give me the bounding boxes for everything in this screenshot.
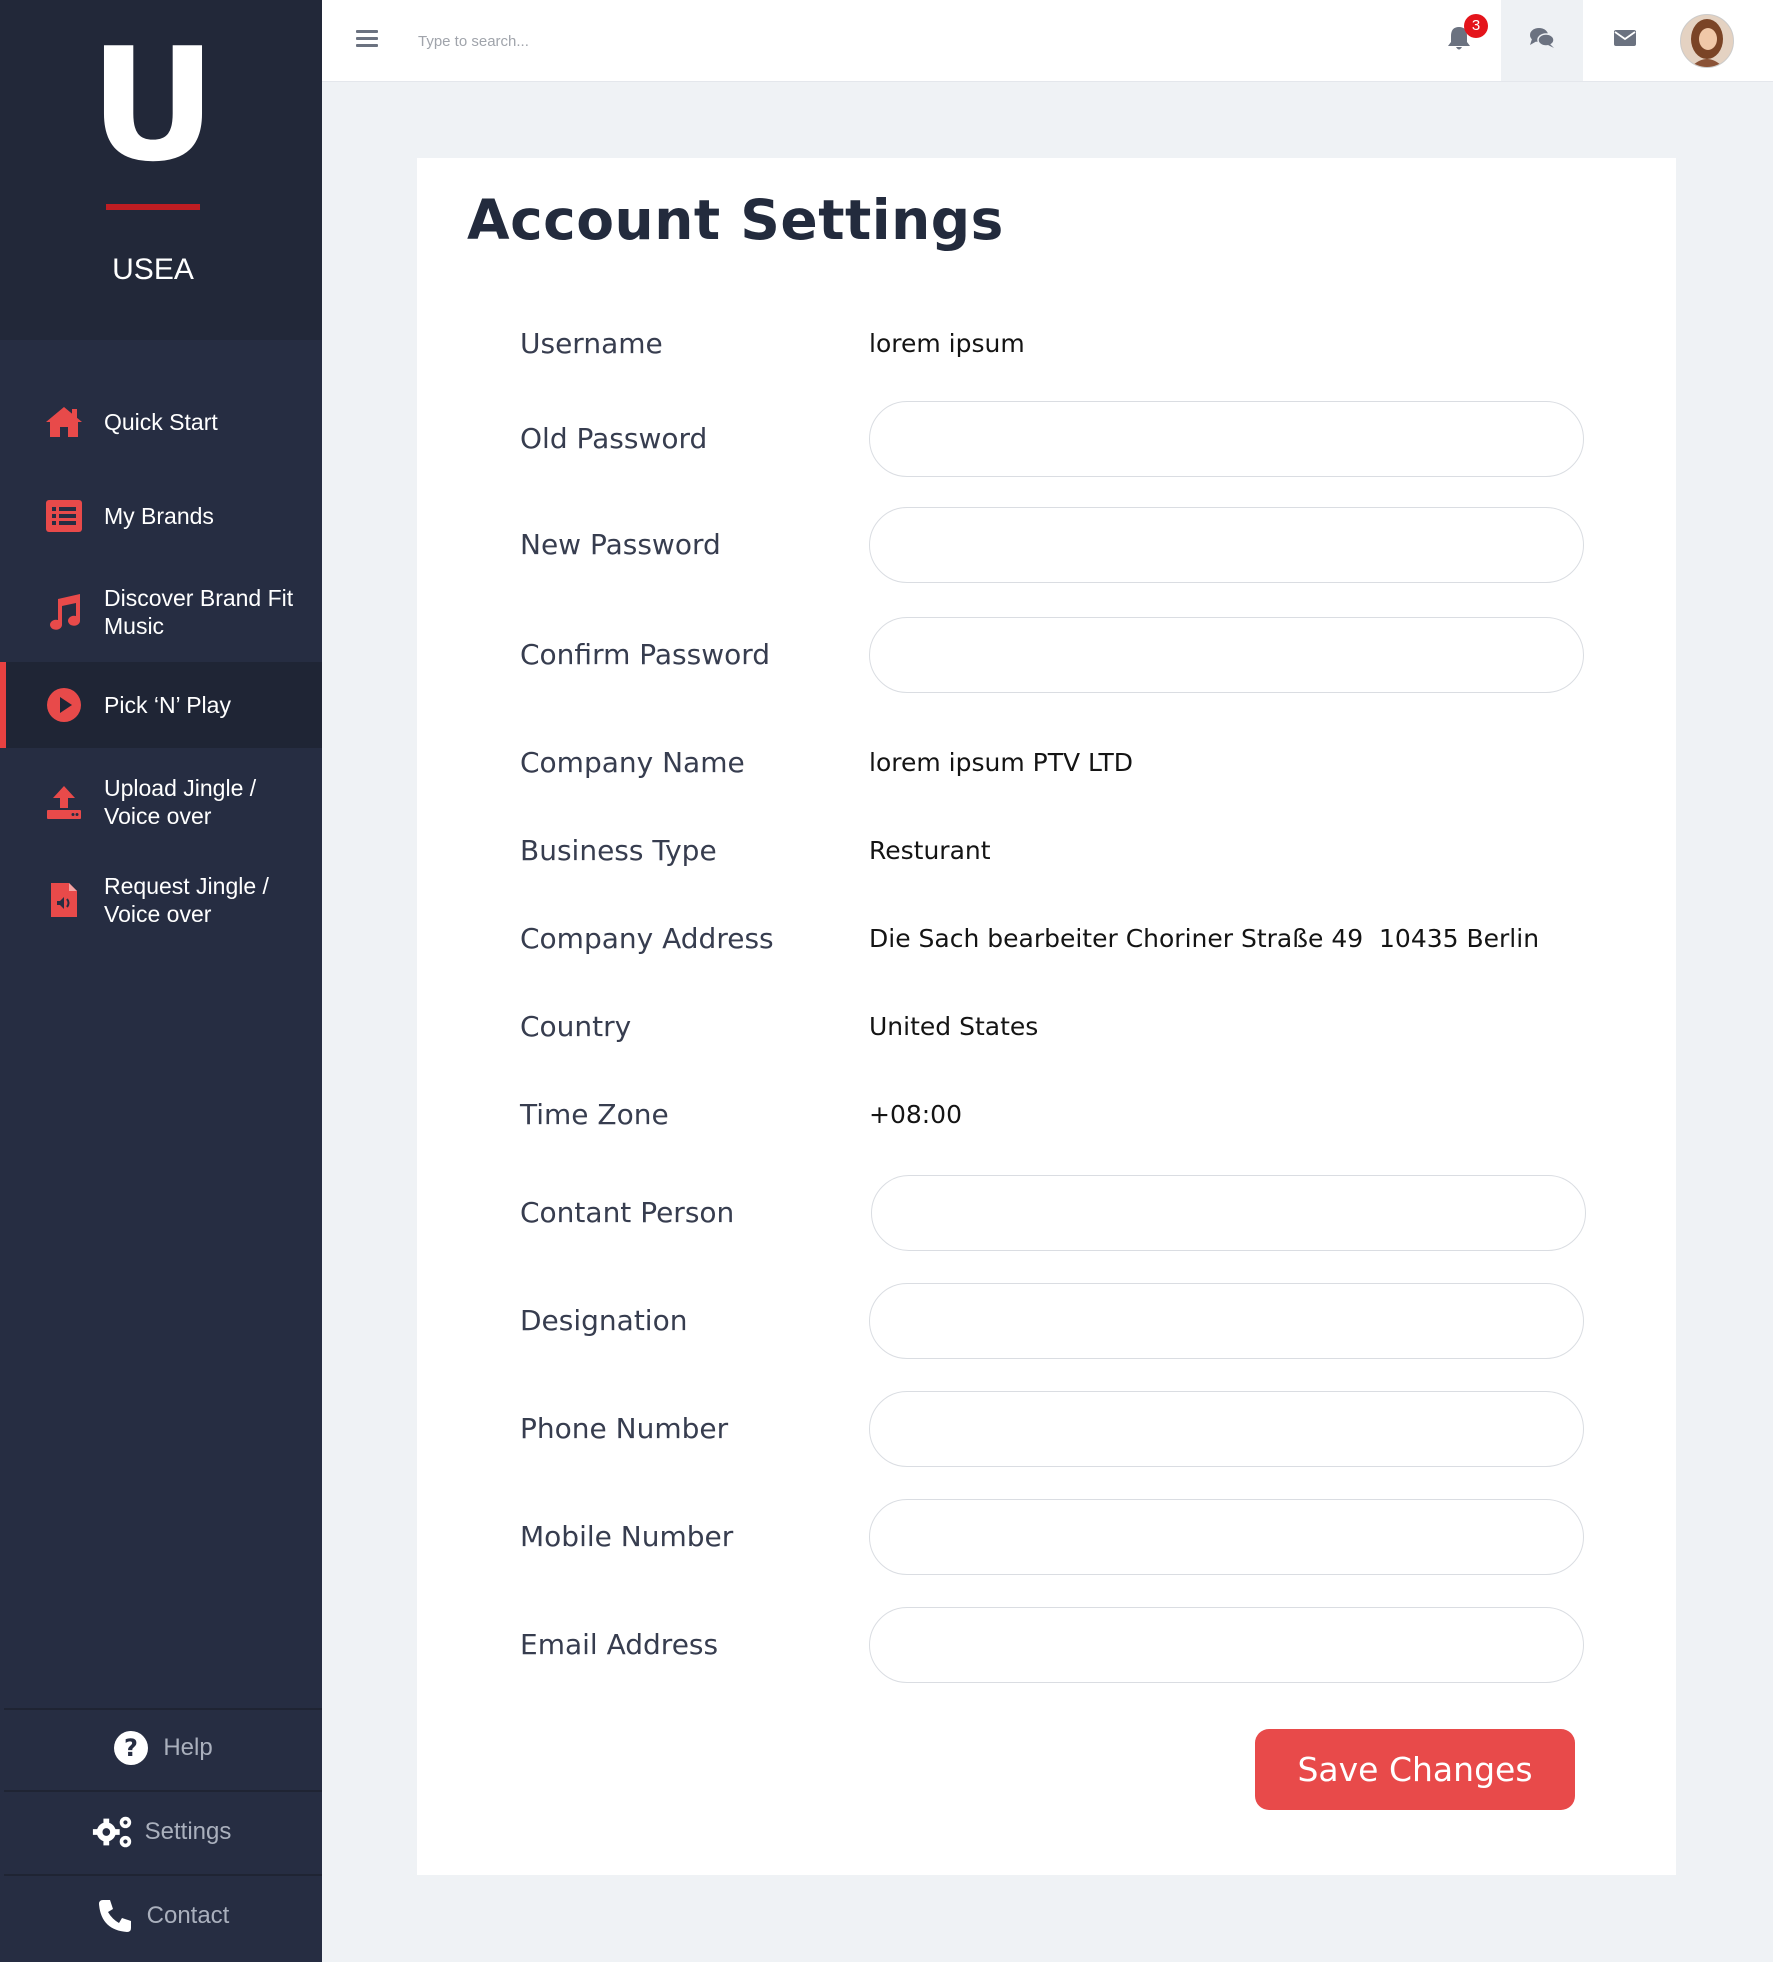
sidebar-item-my-brands[interactable]: My Brands [0,490,322,542]
email-address-label: Email Address [520,1628,719,1661]
phone-number-label: Phone Number [520,1412,729,1445]
country-label: Country [520,1010,632,1043]
brand-logo: U [89,14,217,196]
envelope-icon [1614,30,1636,51]
svg-text:?: ? [124,1734,138,1762]
business-type-label: Business Type [520,834,717,867]
settings-label: Settings [144,1818,232,1845]
page-title: Account Settings [467,188,1004,252]
upload-icon [44,782,84,822]
designation-label: Designation [520,1304,688,1337]
company-address-label: Company Address [520,922,774,955]
audio-file-icon [44,880,84,920]
contact-person-label: Contant Person [520,1196,735,1229]
company-name-value: lorem ipsum PTV LTD [869,748,1134,777]
sidebar-contact-link[interactable]: Contact [0,1876,322,1956]
chat-button[interactable] [1501,0,1583,81]
company-address-value: Die Sach bearbeiter Choriner Straße 49 1… [869,924,1540,953]
help-label: Help [163,1734,213,1761]
question-circle-icon: ? [109,1726,153,1770]
user-avatar[interactable] [1680,14,1734,68]
confirm-password-label: Confirm Password [520,638,771,671]
list-icon [44,496,84,536]
company-name-row: Company Name lorem ipsum PTV LTD [417,723,1676,803]
mobile-number-field[interactable] [869,1499,1584,1575]
confirm-password-field[interactable] [869,617,1584,693]
brand-block: U USEA [0,0,322,340]
brand-name: USEA [112,253,194,286]
top-bar: 3 [322,0,1773,82]
mobile-number-row: Mobile Number [417,1497,1676,1577]
sidebar-item-label: Quick Start [104,409,218,435]
sidebar-item-label: Upload Jingle / Voice over [104,775,257,829]
old-password-label: Old Password [520,422,708,455]
contact-person-row: Contant Person [417,1173,1676,1253]
time-zone-label: Time Zone [520,1098,669,1131]
business-type-value: Resturant [869,836,991,865]
save-changes-button[interactable]: Save Changes [1255,1729,1575,1810]
designation-row: Designation [417,1281,1676,1361]
email-address-field[interactable] [869,1607,1584,1683]
sidebar-item-label: My Brands [104,503,214,529]
new-password-label: New Password [520,528,721,561]
sidebar-item-label: Discover Brand Fit Music [104,585,294,639]
new-password-row: New Password [417,505,1676,585]
messages-button[interactable] [1584,0,1666,81]
confirm-password-row: Confirm Password [417,615,1676,695]
contact-person-field[interactable] [871,1175,1586,1251]
brand-underline [106,204,200,210]
time-zone-value: +08:00 [869,1100,962,1129]
company-name-label: Company Name [520,746,745,779]
sidebar-settings-link[interactable]: Settings [0,1792,322,1872]
phone-number-row: Phone Number [417,1389,1676,1469]
business-type-row: Business Type Resturant [417,811,1676,891]
notifications-button[interactable]: 3 [1418,0,1500,81]
sidebar: U USEA Quick Start My Brands Discover Br… [0,0,322,1962]
home-icon [44,402,84,442]
menu-toggle-icon[interactable] [356,30,378,48]
username-value: lorem ipsum [869,329,1025,358]
username-row: Username lorem ipsum [417,304,1676,384]
contact-label: Contact [146,1902,230,1929]
comments-icon [1529,27,1555,54]
country-row: Country United States [417,987,1676,1067]
time-zone-row: Time Zone +08:00 [417,1075,1676,1155]
sidebar-help-link[interactable]: ? Help [0,1708,322,1788]
country-value: United States [869,1012,1039,1041]
sidebar-item-label: Request Jingle / Voice over [104,873,269,927]
sidebar-item-upload-jingle[interactable]: Upload Jingle / Voice over [0,772,322,832]
music-note-icon [44,592,84,632]
gears-icon [91,1810,135,1854]
play-circle-icon [44,685,84,725]
sidebar-item-quick-start[interactable]: Quick Start [0,396,322,448]
new-password-field[interactable] [869,507,1584,583]
phone-icon [93,1894,137,1938]
sidebar-item-discover-brand-fit-music[interactable]: Discover Brand Fit Music [0,582,322,642]
designation-field[interactable] [869,1283,1584,1359]
sidebar-item-label: Pick ‘N’ Play [104,692,231,718]
email-address-row: Email Address [417,1605,1676,1685]
phone-number-field[interactable] [869,1391,1584,1467]
notification-count-badge: 3 [1464,14,1488,38]
username-label: Username [520,327,663,360]
old-password-field[interactable] [869,401,1584,477]
company-address-row: Company Address Die Sach bearbeiter Chor… [417,899,1676,979]
search-input[interactable] [416,22,920,60]
account-settings-card: Account Settings Username lorem ipsum Ol… [417,158,1676,1875]
mobile-number-label: Mobile Number [520,1520,734,1553]
sidebar-item-request-jingle[interactable]: Request Jingle / Voice over [0,870,322,930]
old-password-row: Old Password [417,399,1676,479]
sidebar-item-pick-n-play[interactable]: Pick ‘N’ Play [0,662,322,748]
